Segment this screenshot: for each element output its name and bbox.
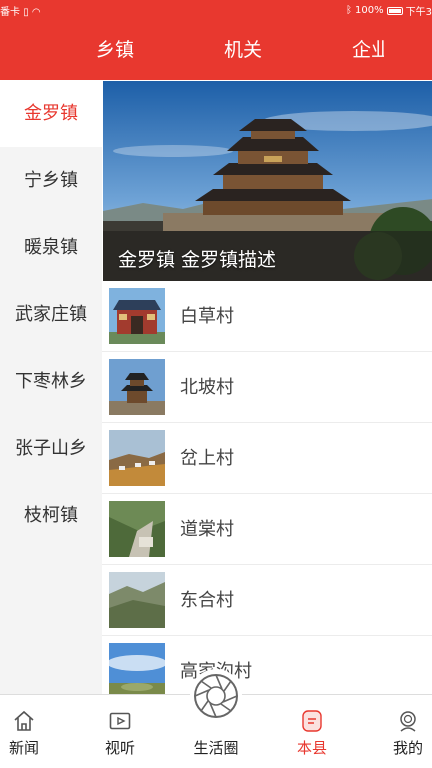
village-name: 白草村 — [180, 306, 234, 327]
home-icon — [14, 710, 34, 731]
village-row-gaojiagou[interactable]: 高家沟村 — [102, 636, 432, 694]
wifi-icon: ◠ — [31, 7, 41, 18]
village-row-daotang[interactable]: 道棠村 — [102, 494, 432, 565]
nav-lifecircle-label: 生活圈 — [193, 739, 239, 757]
sidebar-item-nuanquan[interactable]: 暖泉镇 — [0, 214, 102, 281]
nav-video[interactable]: 视听 — [80, 695, 160, 768]
village-thumb — [109, 288, 165, 344]
status-time: 下午3 — [405, 7, 432, 18]
village-thumb — [109, 643, 165, 694]
nav-county[interactable]: 本县 — [272, 695, 352, 768]
status-left: 番卡 ▯ ◠ — [0, 3, 41, 18]
town-banner[interactable]: 金罗镇 金罗镇描述 — [103, 81, 432, 281]
sidebar-item-zhangzishan[interactable]: 张子山乡 — [0, 415, 102, 482]
town-sidebar: 金罗镇 宁乡镇 暖泉镇 武家庄镇 下枣林乡 张子山乡 枝柯镇 — [0, 80, 102, 694]
village-name: 北坡村 — [180, 377, 234, 398]
battery-percent: 100% — [355, 5, 384, 16]
top-tab-bar: 乡镇 机关 企业 — [0, 20, 432, 80]
nav-county-label: 本县 — [296, 739, 327, 757]
camera-shutter-icon — [194, 674, 238, 718]
village-row-beipo[interactable]: 北坡村 — [102, 352, 432, 423]
nav-news[interactable]: 新闻 — [0, 695, 64, 768]
village-row-donghe[interactable]: 东合村 — [102, 565, 432, 636]
sim-icon: ▯ — [23, 7, 29, 18]
nav-lifecircle[interactable]: 生活圈 — [176, 669, 256, 768]
sidebar-item-xiazaolin[interactable]: 下枣林乡 — [0, 348, 102, 415]
sidebar-item-ningxiang[interactable]: 宁乡镇 — [0, 147, 102, 214]
nav-video-label: 视听 — [104, 739, 135, 757]
village-thumb — [109, 572, 165, 628]
village-row-chashang[interactable]: 岔上村 — [102, 423, 432, 494]
banner-caption: 金罗镇 金罗镇描述 — [118, 249, 277, 271]
bottom-nav: 新闻 视听 生活圈 本县 我的 — [0, 669, 432, 768]
status-bar: 番卡 ▯ ◠ ᛒ 100% 下午3 — [0, 0, 432, 20]
sidebar-item-jinluo[interactable]: 金罗镇 — [0, 80, 102, 147]
nav-news-label: 新闻 — [8, 739, 39, 757]
status-right: ᛒ 100% 下午3 — [346, 3, 432, 18]
video-icon — [109, 712, 131, 730]
village-name: 道棠村 — [180, 519, 234, 540]
carrier-label: 番卡 — [0, 7, 20, 18]
nav-mine[interactable]: 我的 — [368, 695, 432, 768]
county-icon — [302, 710, 322, 732]
village-thumb — [109, 430, 165, 486]
village-thumb — [109, 501, 165, 557]
village-thumb — [109, 359, 165, 415]
tab-agencies[interactable]: 机关 — [224, 20, 262, 80]
profile-icon — [400, 711, 416, 732]
village-name: 东合村 — [180, 590, 234, 611]
sidebar-item-zhike[interactable]: 枝柯镇 — [0, 482, 102, 549]
village-row-baicao[interactable]: 白草村 — [102, 281, 432, 352]
battery-icon — [386, 6, 403, 15]
town-content: 金罗镇 金罗镇描述 白草村 北坡村 岔上村 道棠村 东合村 — [102, 80, 432, 694]
bluetooth-icon: ᛒ — [346, 5, 353, 16]
sidebar-item-wujiazhuang[interactable]: 武家庄镇 — [0, 281, 102, 348]
village-name: 岔上村 — [180, 448, 234, 469]
tab-enterprises[interactable]: 企业 — [352, 20, 384, 80]
nav-mine-label: 我的 — [392, 739, 423, 757]
tab-towns[interactable]: 乡镇 — [96, 20, 134, 80]
